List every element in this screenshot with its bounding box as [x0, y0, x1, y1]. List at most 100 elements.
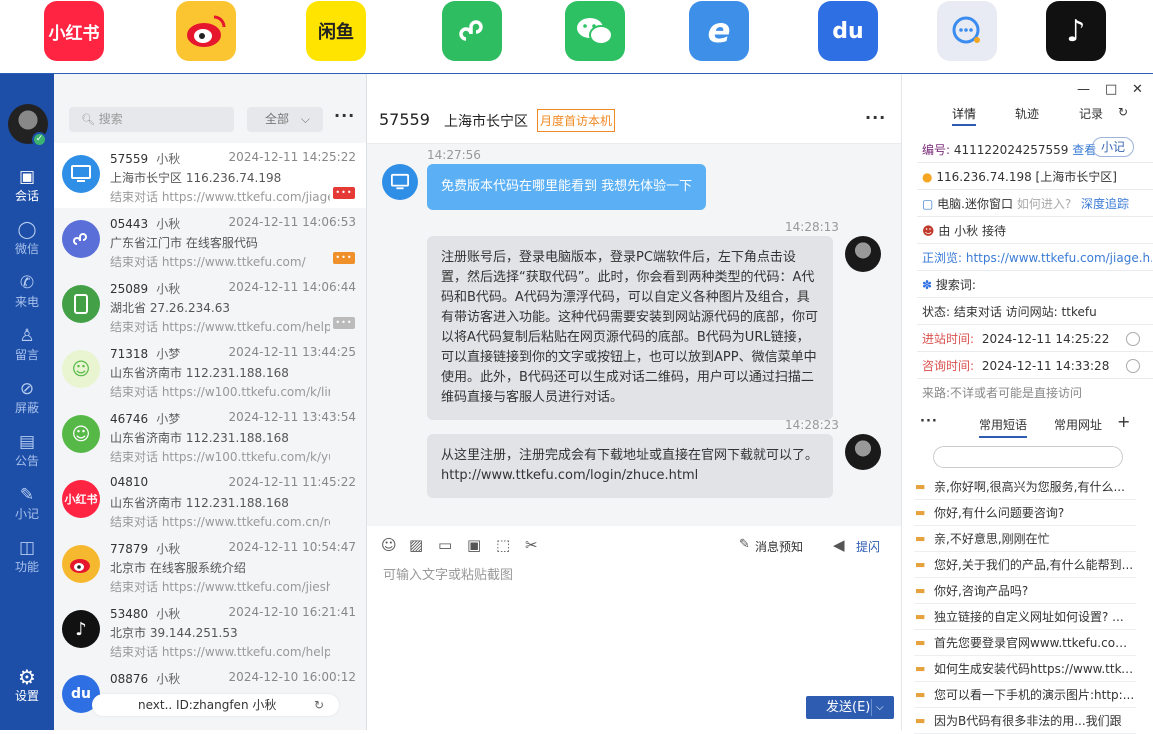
divider — [917, 270, 1153, 271]
phrase-icon: ▬ — [915, 714, 926, 727]
quick-phrase[interactable]: ▬ 首先您要登录官网www.ttkefu.com... — [914, 630, 1136, 656]
nav-item-block[interactable]: ⊘ 屏蔽 — [0, 378, 54, 428]
tiktok-icon[interactable]: ♪ — [1046, 1, 1106, 61]
wechat-icon[interactable] — [565, 1, 625, 61]
session-time: 2024-12-11 13:44:25 — [228, 345, 356, 359]
session-item[interactable]: ♪ 53480 小秋 2024-12-10 16:21:41 北京市 39.144… — [54, 598, 366, 663]
tab-common-phrases[interactable]: 常用短语 — [979, 416, 1028, 438]
add-icon[interactable]: + — [1117, 412, 1130, 431]
nav-item-calls[interactable]: ✆ 来电 — [0, 272, 54, 322]
quick-phrase[interactable]: ▬ 亲,你好啊,很高兴为您服务,有什么... — [914, 474, 1136, 500]
tab-details[interactable]: 详情 — [952, 105, 977, 126]
session-item[interactable]: 57559 小秋 2024-12-11 14:25:22 上海市长宁区 116.2… — [54, 143, 366, 208]
session-more-button[interactable]: ··· — [334, 106, 355, 125]
chevron-down-icon[interactable]: ⌵ — [876, 696, 884, 719]
session-location: 广东省江门市 在线客服代码 — [110, 236, 258, 250]
scissors-icon[interactable]: ✂ — [525, 536, 538, 554]
session-item[interactable]: ☺ 46746 小梦 2024-12-11 13:43:54 山东省济南市 112… — [54, 403, 366, 468]
chat-bubble-icon[interactable] — [937, 1, 997, 61]
save-icon[interactable]: ▣ — [467, 536, 481, 554]
quick-phrase[interactable]: ▬ 独立链接的自定义网址如何设置? ... — [914, 604, 1136, 630]
agent-status-bar[interactable]: next.. ID:zhangfen 小秋 ↻ — [92, 694, 339, 716]
session-last-url: 结束对话 https://w100.ttkefu.com/k/linkurl — [110, 385, 330, 399]
session-item[interactable]: 05443 小秋 2024-12-11 14:06:53 广东省江门市 在线客服代… — [54, 208, 366, 273]
minimize-icon[interactable]: — — [1077, 82, 1090, 97]
how-enter-link[interactable]: 如何进入? — [1017, 197, 1071, 211]
session-list-panel: 🔍︎ 搜索 全部 ⌵ ··· 57559 小秋 2024-12-11 14:25:… — [54, 74, 367, 730]
quick-phrase[interactable]: ▬ 你好,有什么问题要咨询? — [914, 500, 1136, 526]
message-preview-toggle[interactable]: 消息预知 — [755, 538, 803, 555]
screenshot-icon[interactable]: ⬚ — [496, 536, 510, 554]
preview-icon[interactable]: ✎ — [739, 537, 750, 552]
session-item[interactable]: 25089 小秋 2024-12-11 14:06:44 湖北省 27.26.23… — [54, 273, 366, 338]
session-time: 2024-12-10 16:00:12 — [228, 670, 356, 684]
nav-label: 留言 — [14, 348, 39, 362]
session-item[interactable]: 77879 小秋 2024-12-11 10:54:47 北京市 在线客服系统介绍… — [54, 533, 366, 598]
xiaohongshu-icon[interactable]: 小红书 — [44, 1, 104, 61]
session-filter-select[interactable]: 全部 ⌵ — [247, 107, 323, 132]
nav-item-chat[interactable]: ▣ 会话 — [0, 166, 54, 216]
close-icon[interactable]: ✕ — [1132, 82, 1143, 97]
filter-label: 全部 — [265, 112, 290, 126]
tab-common-urls[interactable]: 常用网址 — [1054, 416, 1102, 433]
note-button[interactable]: 小记 — [1092, 137, 1134, 157]
chat-more-button[interactable]: ··· — [865, 108, 886, 127]
send-label: 发送(E) — [826, 700, 871, 715]
nav-label: 公告 — [14, 454, 39, 468]
quick-phrase[interactable]: ▬ 你好,咨询产品吗? — [914, 578, 1136, 604]
message-time: 14:28:23 — [785, 418, 839, 432]
agent-status-text: next.. ID:zhangfen 小秋 — [138, 698, 277, 712]
nav-item-wechat[interactable]: ◯ 微信 — [0, 219, 54, 269]
speaker-icon[interactable]: ◀ — [833, 536, 845, 554]
nav-item-settings[interactable]: ⚙ 设置 — [0, 666, 54, 716]
kefu-window: ✓ ▣ 会话 ◯ 微信 ✆ 来电 ♙ 留言 ⊘ 屏蔽 ▤ 公告 ✎ 小记 ◫ 功… — [0, 73, 1153, 734]
phrase-icon: ▬ — [915, 584, 926, 597]
tab-trace[interactable]: 轨迹 — [1015, 105, 1039, 122]
weibo-icon[interactable] — [176, 1, 236, 61]
browsing-url[interactable]: https://www.ttkefu.com/jiage.h... — [966, 251, 1152, 265]
nav-label: 屏蔽 — [14, 401, 39, 415]
send-button[interactable]: 发送(E) ⌵ — [806, 696, 894, 719]
refresh-icon[interactable]: ↻ — [1118, 105, 1128, 119]
desktop-visitor-avatar — [62, 155, 100, 193]
phrase-icon: ▬ — [915, 558, 926, 571]
maximize-icon[interactable]: □ — [1105, 82, 1117, 97]
session-last-url: 结束对话 https://www.ttkefu.com.cn/reg.h — [110, 515, 330, 529]
quick-more-button[interactable]: ··· — [920, 414, 938, 429]
refresh-icon[interactable]: ↻ — [314, 694, 324, 716]
nav-item-notice[interactable]: ▤ 公告 — [0, 431, 54, 481]
session-time: 2024-12-11 11:45:22 — [228, 475, 356, 489]
flash-remind-button[interactable]: 提闪 — [856, 538, 880, 555]
xianyu-icon[interactable]: 闲鱼 — [306, 1, 366, 61]
ie-icon[interactable]: e — [689, 1, 749, 61]
miniprogram-icon[interactable] — [442, 1, 502, 61]
session-time: 2024-12-11 13:43:54 — [228, 410, 356, 424]
message-input[interactable]: 可输入文字或粘贴截图 — [383, 564, 513, 583]
baidu-icon[interactable]: du — [818, 1, 878, 61]
quick-phrase[interactable]: ▬ 您好,关于我们的产品,有什么能帮到... — [914, 552, 1136, 578]
deep-trace-link[interactable]: 深度追踪 — [1081, 197, 1129, 211]
emoji-icon[interactable]: ☺ — [381, 536, 397, 554]
quick-phrase[interactable]: ▬ 亲,不好意思,刚刚在忙 — [914, 526, 1136, 552]
session-time: 2024-12-11 14:06:53 — [228, 215, 356, 229]
session-search-input[interactable]: 🔍︎ 搜索 — [69, 107, 234, 132]
nav-item-functions[interactable]: ◫ 功能 — [0, 537, 54, 587]
nav-item-messages[interactable]: ♙ 留言 — [0, 325, 54, 375]
nav-item-note[interactable]: ✎ 小记 — [0, 484, 54, 534]
session-item[interactable]: ☺ 71318 小梦 2024-12-11 13:44:25 山东省济南市 112… — [54, 338, 366, 403]
session-item[interactable]: 小红书 04810 2024-12-11 11:45:22 山东省济南市 112… — [54, 468, 366, 533]
nav-label: 小记 — [14, 507, 39, 521]
agent-message-bubble: 从这里注册，注册完成会有下载地址或直接在官网下载就可以了。http://www.… — [427, 434, 833, 498]
quick-phrase[interactable]: ▬ 因为B代码有很多非法的用...我们跟 — [914, 708, 1136, 734]
phrase-icon: ▬ — [915, 610, 926, 623]
quick-phrase[interactable]: ▬ 如何生成安装代码https://www.ttkef... — [914, 656, 1136, 682]
image-icon[interactable]: ▨ — [409, 536, 423, 554]
session-last-url: 结束对话 https://www.ttkefu.com/ — [110, 255, 306, 269]
session-location: 北京市 在线客服系统介绍 — [110, 561, 246, 575]
wechat-icon: ◯ — [17, 220, 37, 240]
session-time: 2024-12-10 16:21:41 — [228, 605, 356, 619]
phrase-search-input[interactable] — [933, 446, 1123, 468]
folder-icon[interactable]: ▭ — [438, 536, 452, 554]
quick-phrase[interactable]: ▬ 您可以看一下手机的演示图片:http:... — [914, 682, 1136, 708]
tab-records[interactable]: 记录 — [1079, 105, 1103, 122]
